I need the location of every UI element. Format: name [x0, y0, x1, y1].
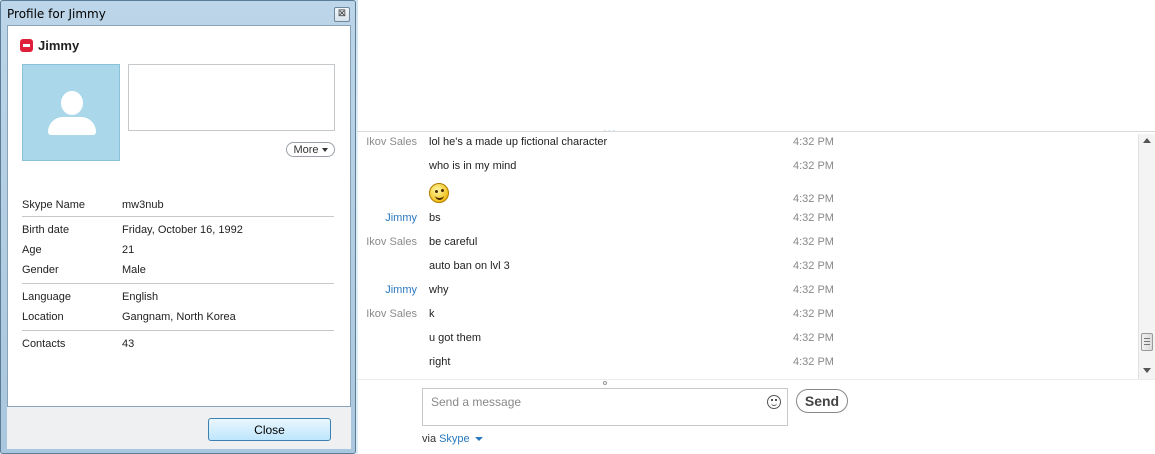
dialog-close-icon[interactable]: ⊠ — [334, 7, 350, 22]
input-resize-handle[interactable] — [603, 381, 607, 385]
message-text: right — [429, 356, 451, 368]
message-time: 4:32 PM — [793, 212, 834, 224]
field-value: Male — [122, 264, 146, 276]
dialog-title: Profile for Jimmy — [7, 7, 106, 21]
profile-panel: Jimmy More Skype Name mw3nub Birth date … — [7, 25, 351, 407]
field-value: 43 — [122, 338, 135, 350]
more-button-label: More — [293, 143, 319, 156]
message-time: 4:32 PM — [793, 332, 834, 344]
field-value: English — [122, 291, 159, 303]
chevron-down-icon — [321, 147, 328, 152]
profile-name: Jimmy — [38, 38, 80, 53]
field-value: Friday, October 16, 1992 — [122, 224, 243, 236]
message-text: k — [429, 308, 435, 320]
chat-scrollbar[interactable] — [1138, 134, 1155, 379]
message-sender[interactable]: Jimmy — [385, 284, 417, 296]
message-text: u got them — [429, 332, 481, 344]
message-sender[interactable]: Ikov Sales — [366, 136, 417, 148]
field-label: Language — [22, 291, 71, 303]
message-row: Ikov Sales k 4:32 PM — [357, 308, 1137, 328]
message-row: 4:32 PM — [357, 183, 1137, 213]
via-skype-link[interactable]: Skype — [439, 433, 470, 445]
message-sender[interactable]: Ikov Sales — [366, 308, 417, 320]
avatar — [22, 64, 120, 161]
message-text: who is in my mind — [429, 160, 517, 172]
status-dnd-icon — [20, 39, 33, 52]
message-row: Jimmy bs 4:32 PM — [357, 212, 1137, 232]
field-value: 21 — [122, 244, 135, 256]
field-value: Gangnam, North Korea — [122, 311, 236, 323]
close-button[interactable]: Close — [208, 418, 331, 441]
field-label: Birth date — [22, 224, 70, 236]
message-time: 4:32 PM — [793, 193, 834, 205]
scroll-thumb[interactable] — [1141, 333, 1153, 351]
message-sender[interactable]: Jimmy — [385, 212, 417, 224]
message-text: lol he's a made up fictional character — [429, 136, 608, 148]
profile-header: Jimmy — [20, 38, 79, 53]
message-row: who is in my mind 4:32 PM — [357, 160, 1137, 180]
via-label: via — [422, 433, 437, 445]
message-text: why — [429, 284, 449, 296]
message-time: 4:32 PM — [793, 284, 834, 296]
emoticon-picker-icon[interactable] — [767, 395, 781, 409]
field-label: Age — [22, 244, 42, 256]
message-time: 4:32 PM — [793, 356, 834, 368]
message-text: auto ban on lvl 3 — [429, 260, 510, 272]
message-row: Ikov Sales lol he's a made up fictional … — [357, 136, 1137, 156]
message-input[interactable]: Send a message — [422, 388, 788, 426]
message-time: 4:32 PM — [793, 260, 834, 272]
more-button[interactable]: More — [286, 142, 335, 157]
message-row: u got them 4:32 PM — [357, 332, 1137, 352]
chevron-down-icon[interactable] — [474, 437, 483, 441]
message-text: be careful — [429, 236, 478, 248]
avatar-body-icon — [48, 117, 96, 135]
chat-top-divider — [357, 131, 1155, 132]
field-label: Skype Name — [22, 199, 85, 211]
message-row: Jimmy why 4:32 PM — [357, 284, 1137, 304]
chat-bottom-divider — [357, 379, 1155, 380]
mood-message-box — [128, 64, 335, 131]
message-time: 4:32 PM — [793, 308, 834, 320]
avatar-head-icon — [61, 91, 83, 115]
message-time: 4:32 PM — [793, 236, 834, 248]
message-input-placeholder: Send a message — [431, 395, 522, 409]
profile-dialog: Profile for Jimmy ⊠ Jimmy More Skype Nam… — [0, 0, 356, 454]
divider — [22, 330, 334, 331]
field-label: Location — [22, 311, 64, 323]
field-value: mw3nub — [122, 199, 164, 211]
send-button[interactable]: Send — [796, 389, 848, 413]
message-time: 4:32 PM — [793, 136, 834, 148]
field-label: Contacts — [22, 338, 66, 350]
via-selector: via Skype — [422, 433, 483, 445]
message-sender[interactable]: Ikov Sales — [366, 236, 417, 248]
divider — [22, 216, 334, 217]
message-row: Ikov Sales be careful 4:32 PM — [357, 236, 1137, 256]
scroll-up-icon[interactable] — [1143, 138, 1151, 143]
smile-emoticon-icon — [429, 183, 449, 203]
message-text: bs — [429, 212, 441, 224]
message-time: 4:32 PM — [793, 160, 834, 172]
divider — [22, 283, 334, 284]
scroll-down-icon[interactable] — [1143, 368, 1151, 373]
field-label: Gender — [22, 264, 59, 276]
message-row: auto ban on lvl 3 4:32 PM — [357, 260, 1137, 280]
splitter-handle[interactable]: ... — [603, 122, 617, 135]
message-row: right 4:32 PM — [357, 356, 1137, 376]
